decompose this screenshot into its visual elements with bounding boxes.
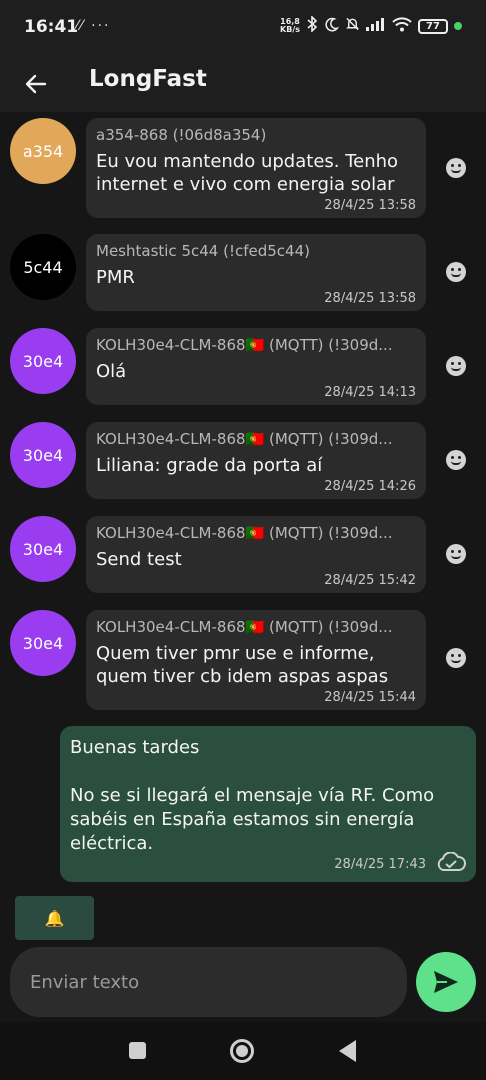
message-bubble[interactable]: KOLH30e4-CLM-868🇵🇹 (MQTT) (!309d... Olá … [86, 328, 426, 405]
emoji-reaction-icon[interactable] [446, 544, 466, 564]
own-message-bubble[interactable]: Buenas tardes No se si llegará el mensaj… [60, 726, 476, 882]
message-text: Olá [96, 361, 127, 382]
message-input-container[interactable] [10, 947, 407, 1017]
bell-icon: 🔔 [44, 908, 65, 928]
message-sender: Meshtastic 5c44 (!cfed5c44) [96, 242, 310, 260]
battery-indicator: 77 [418, 18, 448, 34]
emoji-reaction-icon[interactable] [446, 356, 466, 376]
net-speed: 16,8 KB/s [280, 18, 300, 34]
status-time: 16:41 [24, 17, 79, 37]
message-bubble[interactable]: Meshtastic 5c44 (!cfed5c44) PMR 28/4/25 … [86, 234, 426, 311]
own-message-text: Buenas tardes No se si llegará el mensaj… [70, 737, 435, 854]
emoji-reaction-icon[interactable] [446, 450, 466, 470]
emoji-reaction-icon[interactable] [446, 648, 466, 668]
avatar[interactable]: a354 [10, 118, 76, 184]
message-bubble[interactable]: a354-868 (!06d8a354) Eu vou mantendo upd… [86, 118, 426, 218]
message-sender: a354-868 (!06d8a354) [96, 126, 267, 144]
message-timestamp: 28/4/25 15:44 [324, 690, 416, 705]
status-right-group: 16,8 KB/s 77 [280, 15, 462, 36]
own-message-footer: 28/4/25 17:43 [334, 851, 466, 876]
message-text: Send test [96, 549, 182, 570]
message-sender: KOLH30e4-CLM-868🇵🇹 (MQTT) (!309d... [96, 336, 393, 354]
status-bar: 16:41 ⁄⁄ ··· 16,8 KB/s 77 [0, 0, 486, 56]
message-sender: KOLH30e4-CLM-868🇵🇹 (MQTT) (!309d... [96, 524, 393, 542]
recents-icon[interactable] [129, 1042, 146, 1059]
bluetooth-icon [306, 15, 318, 36]
arrow-left-icon [25, 74, 47, 94]
status-notification-icons: ⁄⁄ ··· [76, 18, 111, 34]
message-input[interactable] [30, 971, 390, 993]
avatar[interactable]: 5c44 [10, 234, 76, 300]
avatar[interactable]: 30e4 [10, 516, 76, 582]
do-not-disturb-moon-icon [324, 17, 340, 36]
net-speed-unit: KB/s [280, 25, 300, 34]
message-text: Quem tiver pmr use e informe, quem tiver… [96, 643, 389, 687]
emoji-reaction-icon[interactable] [446, 262, 466, 282]
avatar[interactable]: 30e4 [10, 422, 76, 488]
app-bar: LongFast [0, 56, 486, 112]
message-bubble[interactable]: KOLH30e4-CLM-868🇵🇹 (MQTT) (!309d... Send… [86, 516, 426, 593]
message-text: Liliana: grade da porta aí [96, 455, 323, 476]
send-button[interactable] [416, 952, 476, 1012]
message-timestamp: 28/4/25 13:58 [324, 198, 416, 213]
avatar[interactable]: 30e4 [10, 328, 76, 394]
message-sender: KOLH30e4-CLM-868🇵🇹 (MQTT) (!309d... [96, 618, 393, 636]
message-text: Eu vou mantendo updates. Tenho internet … [96, 151, 399, 195]
signal-icon [366, 17, 386, 35]
avatar[interactable]: 30e4 [10, 610, 76, 676]
quick-alert-chip[interactable]: 🔔 [15, 896, 94, 940]
silent-bell-icon [345, 16, 360, 36]
home-icon[interactable] [230, 1039, 254, 1063]
message-sender: KOLH30e4-CLM-868🇵🇹 (MQTT) (!309d... [96, 430, 393, 448]
message-timestamp: 28/4/25 13:58 [324, 291, 416, 306]
message-timestamp: 28/4/25 14:13 [324, 385, 416, 400]
message-list[interactable]: a354 a354-868 (!06d8a354) Eu vou mantend… [0, 112, 486, 882]
message-bubble[interactable]: KOLH30e4-CLM-868🇵🇹 (MQTT) (!309d... Quem… [86, 610, 426, 710]
emoji-reaction-icon[interactable] [446, 158, 466, 178]
channel-title: LongFast [89, 66, 207, 92]
charging-dot-icon [454, 22, 462, 30]
send-icon [434, 971, 458, 993]
message-timestamp: 28/4/25 15:42 [324, 573, 416, 588]
own-message-timestamp: 28/4/25 17:43 [334, 856, 426, 872]
nav-back-icon[interactable] [339, 1040, 356, 1062]
message-text: PMR [96, 267, 135, 288]
message-bubble[interactable]: KOLH30e4-CLM-868🇵🇹 (MQTT) (!309d... Lili… [86, 422, 426, 499]
system-nav-bar [0, 1022, 486, 1080]
message-timestamp: 28/4/25 14:26 [324, 479, 416, 494]
cloud-check-icon [436, 851, 466, 876]
wifi-icon [392, 16, 412, 36]
back-button[interactable] [18, 64, 54, 104]
